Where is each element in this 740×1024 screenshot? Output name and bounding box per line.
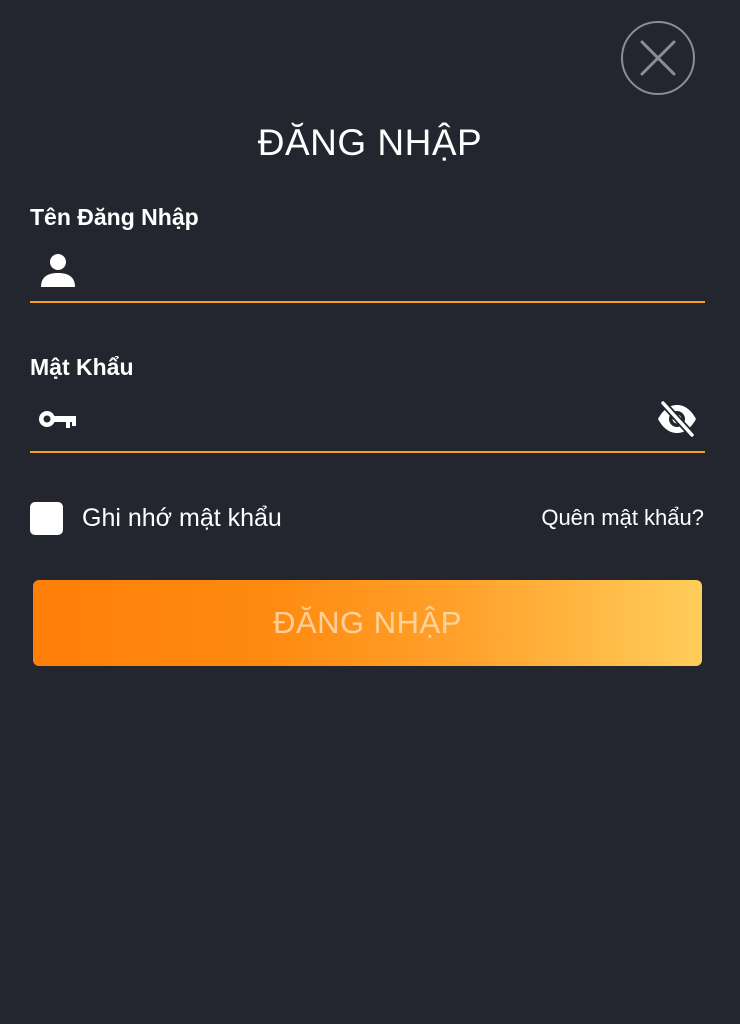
- remember-password-option[interactable]: Ghi nhớ mật khẩu: [30, 501, 282, 535]
- show-password-toggle[interactable]: [655, 397, 699, 441]
- username-label: Tên Đăng Nhập: [30, 204, 199, 230]
- password-input[interactable]: [94, 401, 658, 443]
- key-icon: [38, 397, 78, 441]
- login-button[interactable]: ĐĂNG NHẬP: [33, 580, 702, 666]
- remember-checkbox[interactable]: [30, 501, 63, 535]
- login-screen: ĐĂNG NHẬP Tên Đăng Nhập Mật Khẩu Ghi nhớ…: [0, 0, 740, 1024]
- remember-label: Ghi nhớ mật khẩu: [82, 503, 282, 532]
- close-icon: [640, 40, 676, 76]
- close-button[interactable]: [621, 21, 695, 95]
- username-field[interactable]: [30, 247, 705, 303]
- forgot-password-link[interactable]: Quên mật khẩu?: [541, 505, 704, 531]
- user-icon: [38, 247, 78, 291]
- password-label: Mật Khẩu: [30, 354, 134, 380]
- username-input[interactable]: [94, 251, 658, 293]
- page-title: ĐĂNG NHẬP: [257, 122, 483, 163]
- password-field[interactable]: [30, 397, 705, 453]
- eye-off-icon: [658, 401, 696, 437]
